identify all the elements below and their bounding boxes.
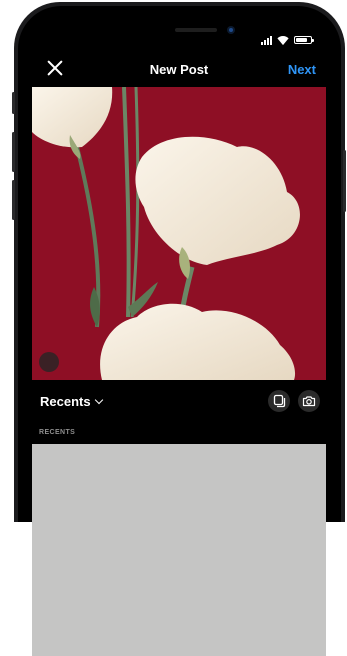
camera-icon bbox=[302, 396, 316, 407]
next-button[interactable]: Next bbox=[288, 62, 316, 77]
cellular-signal-icon bbox=[261, 35, 272, 45]
expand-icon[interactable] bbox=[39, 352, 59, 372]
recents-section-heading: RECENTS bbox=[39, 429, 76, 436]
top-navigation-bar: New Post Next bbox=[32, 54, 326, 84]
camera-button[interactable] bbox=[298, 390, 320, 412]
album-label: Recents bbox=[40, 394, 91, 409]
phone-side-button bbox=[12, 92, 15, 114]
battery-icon bbox=[294, 36, 314, 44]
status-bar bbox=[261, 34, 314, 46]
notch bbox=[129, 20, 261, 46]
multi-select-button[interactable] bbox=[268, 390, 290, 412]
page-title: New Post bbox=[149, 62, 209, 77]
phone-volume-up-button bbox=[12, 132, 15, 172]
album-selector[interactable]: Recents bbox=[40, 394, 103, 409]
flower-photo bbox=[32, 87, 326, 380]
selected-photo-preview[interactable] bbox=[32, 87, 326, 380]
chevron-down-icon bbox=[94, 395, 103, 405]
wifi-icon bbox=[277, 36, 289, 45]
gallery-toolbar: Recents bbox=[32, 380, 326, 420]
phone-power-button bbox=[343, 150, 346, 212]
photo-grid-placeholder[interactable] bbox=[32, 444, 326, 656]
speaker-grille bbox=[175, 28, 217, 32]
phone-volume-down-button bbox=[12, 180, 15, 220]
multi-select-icon bbox=[273, 394, 286, 408]
front-camera bbox=[227, 26, 235, 34]
